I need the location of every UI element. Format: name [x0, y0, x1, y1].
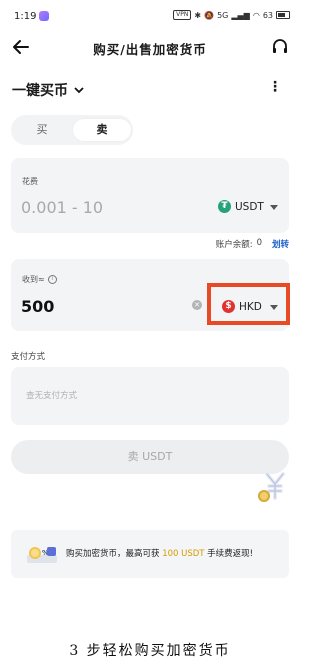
- promo-text-before: 购买加密货币，最高可获: [66, 549, 163, 559]
- promo-text: 购买加密货币，最高可获 100 USDT 手续费返现!: [66, 547, 253, 559]
- clear-input-icon[interactable]: ✕: [192, 300, 202, 310]
- cashback-illustration-icon: %: [25, 541, 59, 567]
- receive-label: 收到≈: [22, 275, 45, 284]
- tab-buy[interactable]: 买: [11, 115, 73, 145]
- signal-icon: ▂▄▆: [231, 10, 250, 20]
- highlight-box: [207, 283, 290, 325]
- vpn-icon: VPN: [173, 10, 192, 20]
- payment-method-placeholder: 查无支付方式: [26, 391, 78, 401]
- promo-highlight: 100 USDT: [162, 549, 205, 559]
- spend-currency-label: USDT: [235, 200, 264, 213]
- status-time: 1:19: [14, 11, 37, 22]
- promo-text-after: 手续费返现!: [204, 549, 254, 559]
- headset-support-icon[interactable]: [270, 37, 290, 57]
- balance-label: 账户余额:: [215, 240, 253, 250]
- footer-caption: 3 步轻松购买加密货币: [69, 643, 231, 659]
- spend-amount-input[interactable]: 0.001 - 10: [21, 198, 103, 217]
- status-bar: 1:19 VPN ✱ 🔕 5G ▂▄▆ ◠ 63: [0, 0, 300, 34]
- tab-sell[interactable]: 卖: [73, 119, 131, 141]
- payment-method-field[interactable]: 查无支付方式: [11, 367, 289, 425]
- caret-down-icon[interactable]: [270, 205, 278, 210]
- spend-field[interactable]: 花费 0.001 - 10 ₮ USDT: [11, 158, 289, 233]
- usdt-coin-icon: ₮: [218, 200, 231, 213]
- yen-coin-illustration-icon: [255, 470, 291, 506]
- account-balance: 账户余额: 0 划转: [216, 238, 289, 250]
- mode-dropdown[interactable]: 一键买币: [12, 80, 84, 100]
- receive-amount-input[interactable]: 500: [21, 297, 54, 316]
- balance-value: 0: [256, 238, 262, 248]
- chevron-down-icon: [74, 87, 84, 94]
- battery-level: 63: [262, 10, 273, 20]
- info-icon[interactable]: i: [47, 275, 57, 284]
- spend-currency-selector[interactable]: ₮ USDT: [218, 200, 264, 213]
- status-icons: VPN ✱ 🔕 5G ▂▄▆ ◠ 63: [173, 10, 290, 20]
- payment-method-label: 支付方式: [11, 352, 46, 362]
- transfer-link[interactable]: 划转: [272, 238, 289, 250]
- promo-banner[interactable]: % 购买加密货币，最高可获 100 USDT 手续费返现!: [11, 530, 289, 578]
- signal-label: 5G: [217, 10, 229, 20]
- receive-label-row: 收到≈ i: [22, 274, 57, 285]
- battery-icon: [276, 11, 290, 19]
- spend-label: 花费: [22, 177, 38, 186]
- mode-label: 一键买币: [12, 83, 68, 99]
- page-title: 购买/出售加密货币: [93, 42, 207, 57]
- buy-sell-toggle: 买 卖: [11, 115, 133, 145]
- mute-icon: 🔕: [204, 10, 215, 20]
- more-options-icon[interactable]: ⋮: [268, 80, 282, 94]
- wifi-icon: ◠: [252, 10, 260, 20]
- bluetooth-icon: ✱: [194, 10, 202, 20]
- app-notification-icon: [39, 11, 49, 21]
- sell-usdt-button[interactable]: 卖 USDT: [11, 440, 289, 474]
